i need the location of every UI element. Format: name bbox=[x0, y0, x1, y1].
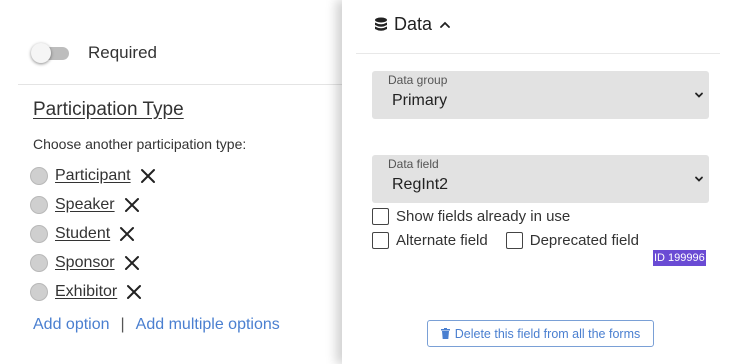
required-label: Required bbox=[88, 43, 157, 62]
field-options: Show fields already in use Alternate fie… bbox=[372, 204, 639, 252]
participation-type-item: Exhibitor bbox=[30, 277, 157, 306]
participation-type-item: Sponsor bbox=[30, 248, 157, 277]
participation-type-label[interactable]: Exhibitor bbox=[55, 283, 117, 301]
delete-field-label: Delete this field from all the forms bbox=[454, 326, 641, 341]
divider bbox=[18, 84, 342, 85]
data-group-value: Primary bbox=[392, 92, 448, 109]
divider bbox=[356, 53, 720, 54]
alternate-deprecated-row: Alternate field Deprecated field bbox=[372, 228, 639, 252]
show-in-use-row: Show fields already in use bbox=[372, 204, 639, 228]
add-multiple-options-link[interactable]: Add multiple options bbox=[136, 316, 280, 334]
separator: | bbox=[120, 316, 125, 333]
data-field-value: RegInt2 bbox=[392, 176, 449, 193]
data-group-label: Data group bbox=[388, 73, 448, 87]
required-toggle-row: Required bbox=[31, 42, 157, 64]
participation-type-label[interactable]: Student bbox=[55, 225, 110, 243]
data-field-select[interactable]: Data field RegInt2 bbox=[372, 155, 709, 203]
participation-type-item: Participant bbox=[30, 161, 157, 190]
data-section-toggle[interactable]: Data bbox=[374, 14, 450, 35]
participation-type-item: Speaker bbox=[30, 190, 157, 219]
radio-button[interactable] bbox=[30, 224, 48, 243]
alternate-field-checkbox[interactable] bbox=[372, 231, 389, 249]
participation-type-label[interactable]: Participant bbox=[55, 167, 131, 185]
add-options-row: Add option | Add multiple options bbox=[33, 316, 280, 334]
remove-icon[interactable] bbox=[139, 167, 157, 185]
data-field-label: Data field bbox=[388, 157, 439, 171]
add-option-link[interactable]: Add option bbox=[33, 316, 110, 334]
deprecated-field-label: Deprecated field bbox=[529, 231, 639, 249]
right-panel: Data Data group Primary Data field RegIn… bbox=[342, 0, 732, 364]
left-panel: Required Participation Type Choose anoth… bbox=[0, 0, 342, 364]
remove-icon[interactable] bbox=[125, 283, 143, 301]
data-group-select[interactable]: Data group Primary bbox=[372, 71, 709, 119]
data-section-label: Data bbox=[394, 14, 433, 34]
chevron-down-icon bbox=[693, 88, 705, 106]
alternate-field-option: Alternate field bbox=[372, 231, 488, 249]
remove-icon[interactable] bbox=[118, 225, 136, 243]
chevron-down-icon bbox=[693, 172, 705, 190]
alternate-field-label: Alternate field bbox=[396, 231, 488, 249]
show-in-use-checkbox[interactable] bbox=[372, 207, 389, 225]
field-id-badge: ID 199996 bbox=[653, 250, 706, 266]
participation-type-item: Student bbox=[30, 219, 157, 248]
participation-type-title[interactable]: Participation Type bbox=[33, 99, 184, 121]
participation-type-label[interactable]: Speaker bbox=[55, 196, 115, 214]
participation-type-list: Participant Speaker Student Sponsor Exhi… bbox=[30, 161, 157, 306]
chevron-up-icon bbox=[440, 21, 450, 29]
radio-button[interactable] bbox=[30, 282, 48, 301]
remove-icon[interactable] bbox=[123, 254, 141, 272]
trash-icon bbox=[440, 328, 450, 339]
radio-button[interactable] bbox=[30, 195, 48, 214]
radio-button[interactable] bbox=[30, 166, 48, 185]
deprecated-field-checkbox[interactable] bbox=[505, 231, 523, 249]
remove-icon[interactable] bbox=[123, 196, 141, 214]
delete-field-button[interactable]: Delete this field from all the forms bbox=[427, 320, 654, 347]
database-icon bbox=[374, 17, 388, 32]
deprecated-field-option: Deprecated field bbox=[505, 231, 639, 249]
required-toggle[interactable] bbox=[31, 42, 69, 64]
participation-type-label[interactable]: Sponsor bbox=[55, 254, 115, 272]
radio-button[interactable] bbox=[30, 253, 48, 272]
participation-hint: Choose another participation type: bbox=[33, 136, 247, 152]
show-in-use-label: Show fields already in use bbox=[396, 207, 571, 225]
toggle-knob bbox=[31, 43, 51, 63]
